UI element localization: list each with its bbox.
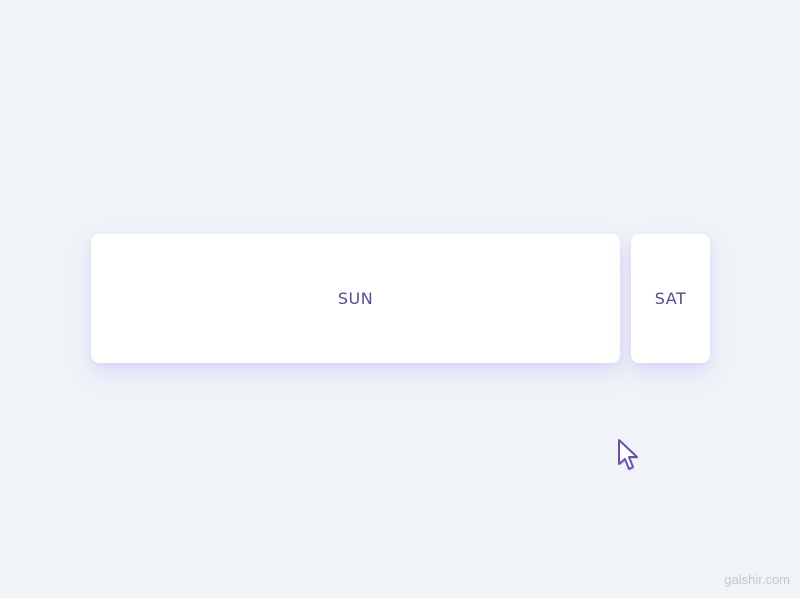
day-selector-stage: SUN SAT galshir.com [0, 0, 800, 598]
watermark-text: galshir.com [724, 572, 790, 587]
pointer-cursor-icon [618, 439, 639, 471]
day-label-sun: SUN [337, 289, 374, 308]
day-card-sat[interactable]: SAT [631, 234, 710, 363]
day-card-sun[interactable]: SUN [91, 234, 620, 363]
day-label-sat: SAT [654, 289, 687, 308]
